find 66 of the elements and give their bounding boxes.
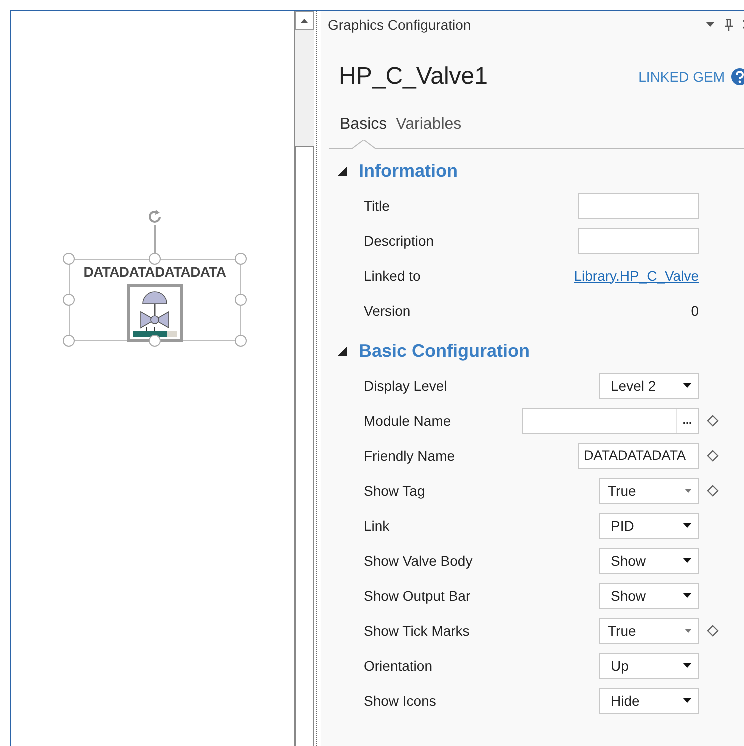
property-label: Module Name	[364, 412, 452, 428]
property-label: Version	[364, 302, 412, 318]
pin-icon[interactable]	[725, 18, 733, 30]
property-label: Link	[364, 518, 391, 534]
browse-field[interactable]: ...	[522, 408, 699, 434]
caret-icon	[683, 383, 692, 388]
text-field[interactable]	[578, 192, 699, 218]
dropdown[interactable]: Hide	[599, 688, 699, 714]
caret-icon	[683, 593, 692, 598]
diamond-icon[interactable]	[707, 624, 719, 636]
diamond-icon[interactable]	[707, 414, 719, 426]
dropdown-caret-icon[interactable]	[706, 22, 715, 27]
resize-handle[interactable]	[235, 294, 247, 306]
property-label: Title	[364, 198, 391, 214]
text-field[interactable]	[578, 228, 699, 254]
help-icon[interactable]	[731, 68, 744, 86]
dropdown[interactable]: Show	[599, 582, 699, 608]
linked-gem-link[interactable]: LINKED GEM	[638, 69, 725, 85]
resize-handle[interactable]	[63, 253, 75, 265]
scroll-up-button[interactable]	[295, 11, 314, 30]
resize-handle[interactable]	[63, 335, 75, 347]
property-label: Show Valve Body	[364, 552, 474, 568]
property-label: Show Icons	[364, 692, 438, 708]
expanded-triangle-icon[interactable]	[338, 346, 347, 356]
resize-handle[interactable]	[235, 253, 247, 265]
tag-label: DATADATADATADATA	[82, 264, 228, 280]
property-value: 0	[691, 302, 699, 318]
valve-icon	[127, 284, 183, 342]
property-label: Friendly Name	[364, 448, 456, 464]
caret-icon	[683, 558, 692, 563]
diamond-icon[interactable]	[707, 450, 719, 462]
section-title: Basic Configuration	[359, 340, 530, 362]
property-label: Description	[364, 232, 436, 248]
property-label: Linked to	[364, 268, 422, 284]
tab[interactable]: Variables	[396, 116, 462, 149]
dropdown[interactable]: Up	[599, 652, 699, 678]
dropdown[interactable]: True	[599, 618, 699, 644]
dropdown[interactable]: Level 2	[599, 372, 699, 398]
dropdown[interactable]: True	[599, 478, 699, 504]
scroll-thumb[interactable]	[295, 146, 314, 746]
property-label: Show Tag	[364, 482, 426, 498]
expanded-triangle-icon[interactable]	[338, 166, 347, 176]
library-link[interactable]: Library.HP_C_Valve	[574, 268, 699, 284]
property-label: Show Output Bar	[364, 588, 472, 604]
rotate-handle[interactable]	[147, 209, 163, 225]
resize-handle[interactable]	[235, 335, 247, 347]
resize-handle[interactable]	[63, 294, 75, 306]
panel-title: Graphics Configuration	[328, 16, 472, 32]
dropdown[interactable]: Show	[599, 548, 699, 574]
caret-icon	[685, 628, 692, 632]
dropdown[interactable]: PID	[599, 512, 699, 538]
caret-icon	[685, 488, 692, 492]
element-name: HP_C_Valve1	[339, 63, 489, 91]
text-field[interactable]: DATADATADATA	[578, 442, 699, 468]
caret-icon	[683, 698, 692, 703]
property-label: Show Tick Marks	[364, 622, 471, 638]
caret-icon	[683, 663, 692, 668]
resize-handle[interactable]	[149, 253, 161, 265]
property-label: Orientation	[364, 658, 434, 674]
caret-icon	[683, 523, 692, 528]
section-title: Information	[359, 160, 458, 182]
diamond-icon[interactable]	[707, 484, 719, 496]
up-arrow-icon	[301, 18, 308, 22]
tab[interactable]: Basics	[340, 116, 388, 149]
resize-handle[interactable]	[149, 335, 161, 347]
property-label: Display Level	[364, 378, 448, 394]
